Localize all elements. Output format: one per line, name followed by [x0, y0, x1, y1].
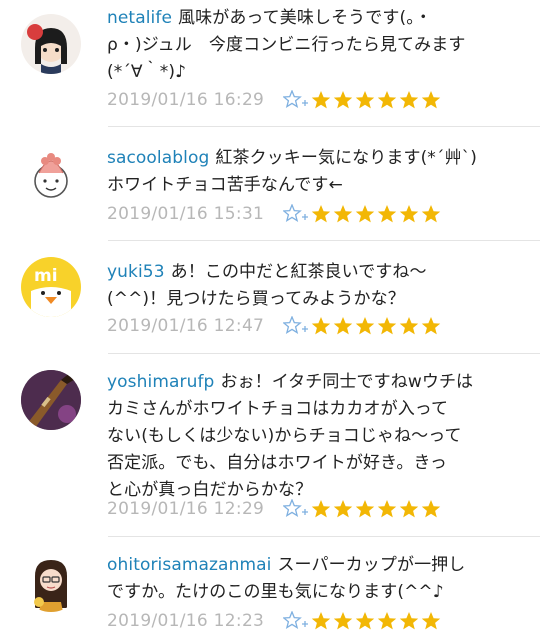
avatar[interactable] [21, 14, 81, 74]
star-rating [311, 611, 441, 631]
star-icon [399, 91, 419, 109]
star-icon [311, 91, 331, 109]
star-plus-icon[interactable] [283, 204, 311, 224]
comment-meta: 2019/01/16 12:47 [107, 314, 441, 338]
star-icon [311, 205, 331, 223]
separator [108, 126, 540, 127]
timestamp: 2019/01/16 12:23 [107, 611, 265, 631]
star-rating [311, 316, 441, 336]
avatar[interactable] [21, 143, 81, 203]
separator [108, 353, 540, 354]
star-plus-icon[interactable] [283, 611, 311, 631]
star-icon [421, 205, 441, 223]
comment-text: ohitorisamazanmai スーパーカップが一押し ですか。たけのこの里も… [107, 552, 525, 606]
comment-text: netalife 風味があって美味しそうです(。・ ρ・)ジュル 今度コンビニ行っ… [107, 5, 525, 86]
star-icon [421, 91, 441, 109]
avatar-image [21, 143, 81, 203]
star-rating [311, 204, 441, 224]
comment-body-line: ですか。たけのこの里も気になります(^^♪ [107, 582, 444, 602]
separator [108, 240, 540, 241]
username-link[interactable]: netalife [107, 8, 172, 28]
star-icon [377, 91, 397, 109]
comment-body-line: 風味があって美味しそうです(。・ [178, 8, 432, 28]
comment-meta: 2019/01/16 16:29 [107, 88, 441, 112]
star-rating [311, 499, 441, 519]
star-icon [399, 205, 419, 223]
comment-body-line: 紅茶クッキー気になります(*´艸`) [215, 148, 477, 168]
star-icon [333, 317, 353, 335]
timestamp: 2019/01/16 15:31 [107, 204, 265, 224]
star-icon [399, 500, 419, 518]
comment-body-line: (^^)！見つけたら買ってみようかな？ [107, 289, 405, 309]
comment-body-line: (*´∀｀*)♪ [107, 62, 187, 82]
comment-text: yuki53 あ！この中だと紅茶良いですね〜 (^^)！見つけたら買ってみようかな… [107, 259, 525, 313]
comment-body-line: スーパーカップが一押し [277, 555, 466, 575]
avatar-image [21, 14, 81, 74]
avatar-image [21, 370, 81, 430]
username-link[interactable]: ohitorisamazanmai [107, 555, 271, 575]
svg-text:mi: mi [34, 266, 58, 286]
star-icon [311, 612, 331, 630]
star-icon [377, 612, 397, 630]
username-link[interactable]: yuki53 [107, 262, 165, 282]
comment-meta: 2019/01/16 15:31 [107, 202, 441, 226]
timestamp: 2019/01/16 16:29 [107, 90, 265, 110]
star-icon [355, 205, 375, 223]
star-icon [421, 500, 441, 518]
comment-body-line: おぉ！イタチ同士ですねwウチは [220, 372, 474, 392]
avatar-image: mi [21, 257, 81, 317]
star-icon [399, 317, 419, 335]
star-icon [333, 612, 353, 630]
star-icon [421, 612, 441, 630]
comment-body-line: カミさんがホワイトチョコはカカオが入って [107, 399, 449, 419]
star-icon [355, 500, 375, 518]
comment-meta: 2019/01/16 12:29 [107, 497, 441, 521]
comment-list: netalife 風味があって美味しそうです(。・ ρ・)ジュル 今度コンビニ行っ… [0, 0, 540, 640]
comment-body-line: あ！この中だと紅茶良いですね〜 [170, 262, 427, 282]
comment-meta: 2019/01/16 12:23 [107, 609, 441, 633]
star-icon [333, 205, 353, 223]
comment-text: yoshimarufp おぉ！イタチ同士ですねwウチは カミさんがホワイトチョコは… [107, 369, 525, 504]
timestamp: 2019/01/16 12:29 [107, 499, 265, 519]
comment-body-line: ホワイトチョコ苦手なんです← [107, 175, 343, 195]
comment-body-line: 否定派。でも、自分はホワイトが好き。きっ [107, 453, 447, 473]
star-icon [355, 91, 375, 109]
username-link[interactable]: yoshimarufp [107, 372, 214, 392]
comment-body-line: ない(もしくは少ない)からチョコじゃね〜って [107, 426, 462, 446]
star-icon [421, 317, 441, 335]
star-icon [333, 91, 353, 109]
timestamp: 2019/01/16 12:47 [107, 316, 265, 336]
star-icon [333, 500, 353, 518]
avatar[interactable] [21, 370, 81, 430]
star-icon [311, 317, 331, 335]
avatar-image [21, 552, 81, 612]
star-plus-icon[interactable] [283, 90, 311, 110]
star-icon [355, 317, 375, 335]
avatar[interactable] [21, 552, 81, 612]
comment-body-line: ρ・)ジュル 今度コンビニ行ったら見てみます [107, 35, 466, 55]
avatar[interactable]: mi [21, 257, 81, 317]
star-icon [311, 500, 331, 518]
separator [108, 536, 540, 537]
star-icon [355, 612, 375, 630]
comment-text: sacoolablog 紅茶クッキー気になります(*´艸`) ホワイトチョコ苦手な… [107, 145, 525, 199]
star-icon [399, 612, 419, 630]
star-icon [377, 500, 397, 518]
username-link[interactable]: sacoolablog [107, 148, 209, 168]
star-plus-icon[interactable] [283, 316, 311, 336]
star-icon [377, 205, 397, 223]
star-plus-icon[interactable] [283, 499, 311, 519]
star-icon [377, 317, 397, 335]
star-rating [311, 90, 441, 110]
